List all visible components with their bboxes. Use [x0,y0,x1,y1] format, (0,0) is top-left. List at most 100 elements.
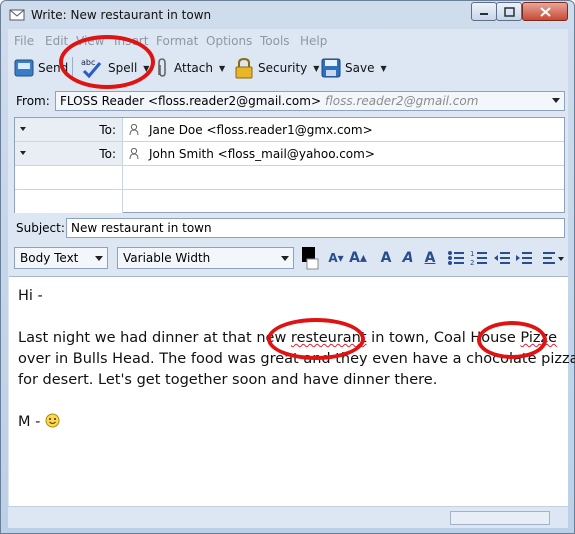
menu-format[interactable]: Format [156,34,198,48]
attach-label: Attach [174,61,213,75]
recipient-address: Jane Doe <floss.reader1@gmx.com> [149,123,373,137]
chevron-down-icon [95,256,103,261]
body-line-1: Last night we had dinner at that new res… [18,328,557,349]
recipient-type-empty[interactable] [15,166,123,189]
body-line-2: over in Bulls Head. The food was great a… [18,351,575,367]
format-toolbar: Body Text Variable Width A▾ A▴ A A A 12 [8,243,568,273]
spell-dropdown-icon[interactable]: ▼ [143,64,149,73]
subject-label: Subject: [16,221,65,235]
send-icon [14,59,34,77]
recipient-row-empty[interactable] [15,166,564,190]
minimize-button[interactable] [471,2,497,21]
indent-icon[interactable] [515,249,533,267]
svg-text:1: 1 [470,250,474,258]
recipient-type-select[interactable]: To: [15,118,123,141]
smiley-icon [45,413,60,428]
security-dropdown-icon[interactable]: ▼ [313,64,319,73]
bullet-list-icon[interactable] [447,249,465,267]
misspelled-word[interactable]: resteurant [291,330,367,346]
person-icon [129,148,139,159]
save-dropdown-icon[interactable]: ▼ [380,64,386,73]
misspelled-word[interactable]: Pizze [520,330,557,346]
menu-file[interactable]: File [14,34,34,48]
menu-tools[interactable]: Tools [260,34,290,48]
menu-edit[interactable]: Edit [45,34,68,48]
compose-window: Write: New restaurant in town File Edit … [0,0,575,534]
maximize-icon [503,6,515,17]
chevron-down-icon [20,151,26,155]
paperclip-icon [158,58,166,77]
svg-text:abc: abc [81,58,95,67]
body-text: Last night we had dinner at that new [18,330,291,346]
recipient-row-empty[interactable] [15,190,564,214]
minimize-icon [480,12,488,15]
recipient-address: John Smith <floss_mail@yahoo.com> [149,147,375,161]
compose-toolbar: Send abc Spell ▼ Attach ▼ Security ▼ Sav… [8,53,568,83]
signoff-line: M - [18,412,60,433]
send-button[interactable]: Send [14,55,68,81]
numbered-list-icon[interactable]: 12 [470,249,488,267]
recipient-list: To: Jane Doe <floss.reader1@gmx.com> To:… [14,117,565,213]
font-select[interactable]: Variable Width [117,247,294,269]
save-button[interactable]: Save ▼ [321,55,387,81]
security-button[interactable]: Security ▼ [234,55,319,81]
text-color-icon[interactable] [301,246,319,270]
status-panel [450,511,550,525]
status-bar [8,506,568,528]
menu-bar: File Edit View Insert Format Options Too… [8,31,568,51]
chevron-down-icon [20,127,26,131]
recipient-type-label: To: [99,123,116,137]
save-label: Save [345,61,375,75]
maximize-button[interactable] [496,2,522,21]
close-button[interactable] [522,2,568,21]
from-value: FLOSS Reader <floss.reader2@gmail.com> [60,94,322,108]
outdent-icon[interactable] [493,249,511,267]
recipient-type-empty[interactable] [15,190,123,213]
attach-dropdown-icon[interactable]: ▼ [219,64,225,73]
paragraph-style-select[interactable]: Body Text [14,247,108,269]
body-text: in town, Coal House [366,330,521,346]
recipient-row: To: Jane Doe <floss.reader1@gmx.com> [15,118,564,142]
bold-icon[interactable]: A [376,248,396,268]
menu-options[interactable]: Options [206,34,252,48]
align-icon[interactable] [542,249,566,267]
spell-label: Spell [108,61,138,75]
from-identity-select[interactable]: FLOSS Reader <floss.reader2@gmail.com> fl… [55,91,565,111]
font-value: Variable Width [123,251,211,265]
from-row: From: FLOSS Reader <floss.reader2@gmail.… [8,89,568,113]
subject-row: Subject: New restaurant in town [8,217,568,239]
menu-help[interactable]: Help [300,34,327,48]
body-line-3: for desert. Let's get together soon and … [18,372,438,388]
menu-view[interactable]: View [76,34,104,48]
recipient-address-field[interactable]: John Smith <floss_mail@yahoo.com> [129,147,375,161]
greeting-line: Hi - [18,288,43,304]
svg-text:2: 2 [470,259,474,267]
spell-button[interactable]: abc Spell ▼ [80,55,149,81]
close-icon [539,6,551,17]
spellcheck-icon: abc [81,58,102,79]
smaller-font-icon[interactable]: A▾ [326,248,346,268]
recipient-type-label: To: [99,147,116,161]
chevron-down-icon [281,256,289,261]
italic-icon[interactable]: A [398,248,418,268]
larger-font-icon[interactable]: A▴ [348,248,368,268]
attach-button[interactable]: Attach ▼ [154,55,225,81]
subject-field[interactable]: New restaurant in town [66,218,565,238]
paragraph-style-value: Body Text [20,251,79,265]
underline-icon[interactable]: A [420,248,440,268]
menu-insert[interactable]: Insert [114,34,148,48]
recipient-address-field[interactable]: Jane Doe <floss.reader1@gmx.com> [129,123,373,137]
compose-client-area: File Edit View Insert Format Options Too… [8,29,575,528]
recipient-row: To: John Smith <floss_mail@yahoo.com> [15,142,564,166]
send-label: Send [38,61,69,75]
signoff-text: M - [18,414,45,430]
message-body-editor[interactable]: Hi - Last night we had dinner at that ne… [9,276,575,506]
chevron-down-icon [552,98,560,103]
save-icon [321,58,341,78]
compose-app-icon [9,9,25,21]
person-icon [129,124,139,135]
title-bar[interactable]: Write: New restaurant in town [1,1,574,29]
security-label: Security [258,61,308,75]
recipient-type-select[interactable]: To: [15,142,123,165]
toolbar-separator [72,57,73,79]
